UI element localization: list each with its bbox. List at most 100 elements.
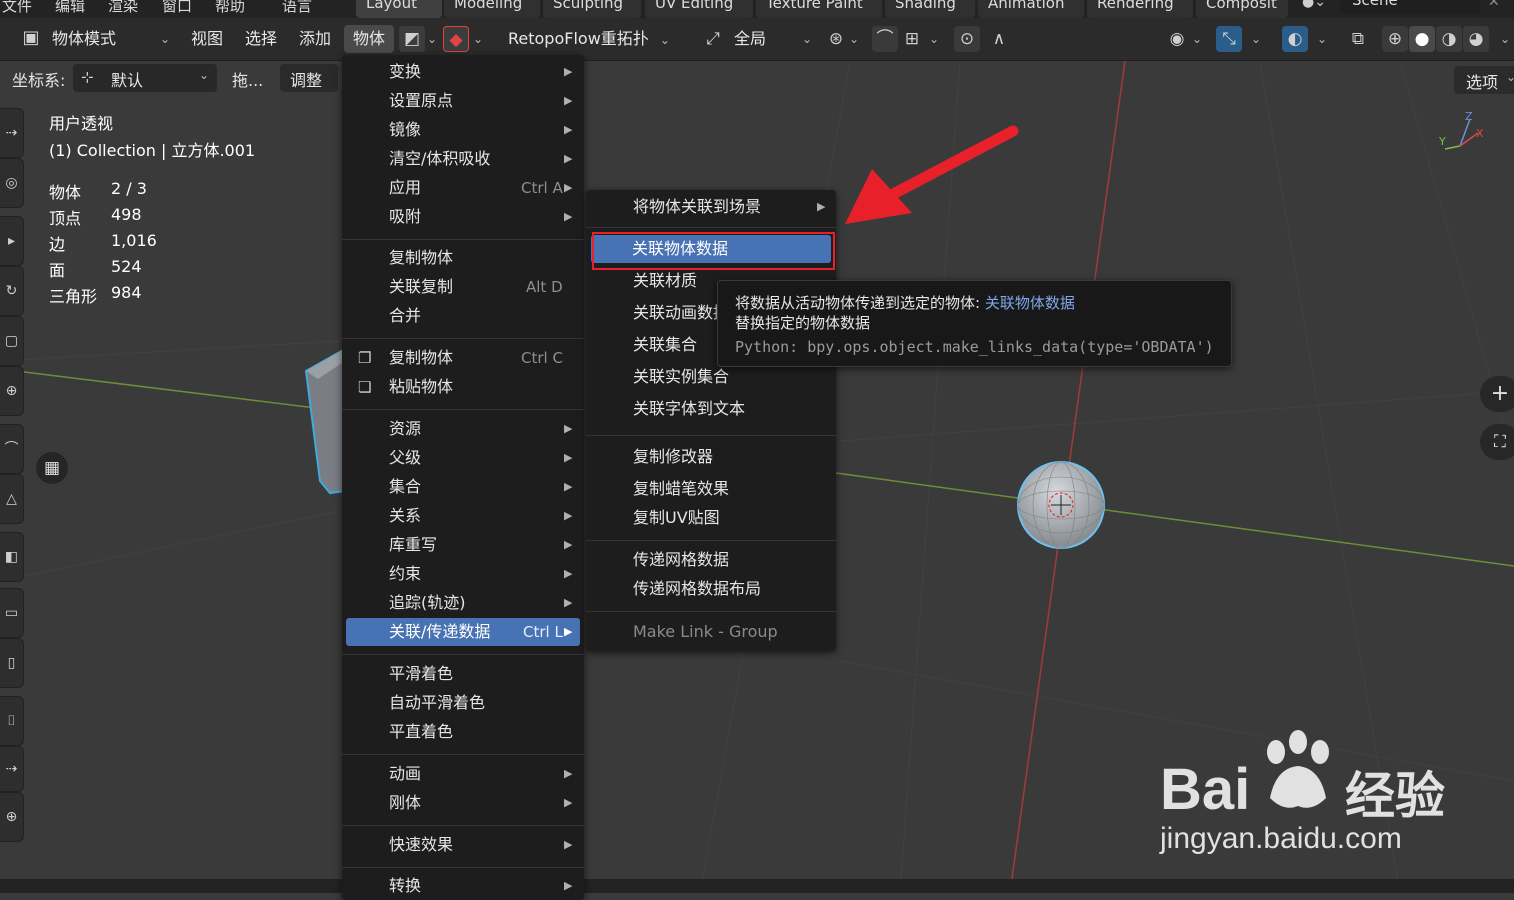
menu-item-copy-grease-pencil-effects[interactable]: 复制蜡笔效果 [586,475,836,503]
chevron-down-icon[interactable]: ⌄ [427,32,437,46]
scene-selector[interactable]: Scene [1340,0,1480,14]
scene-icon[interactable]: ●⌄ [1302,0,1326,10]
transform-gizmo-icon[interactable]: ◩ [399,26,425,52]
chevron-down-icon[interactable]: ⌄ [929,32,939,46]
menu-item-duplicate-linked[interactable]: 关联复制 Alt D [342,273,584,301]
menu-edit[interactable]: 编辑 [55,0,85,16]
menu-item-make-link-group[interactable]: Make Link - Group [586,618,836,646]
knife-tool[interactable]: ⊕ [0,792,24,842]
chevron-down-icon[interactable]: ⌄ [849,32,859,46]
tab-sculpting[interactable]: Sculpting [543,0,641,18]
solid-shading-icon[interactable]: ● [1409,26,1435,52]
menu-item-track[interactable]: 追踪(轨迹) ▶ [342,589,584,617]
menu-item-link-to-scene[interactable]: 将物体关联到场景 ▶ [586,193,836,221]
tab-texture-paint[interactable]: Texture Paint [756,0,882,18]
snap-icon[interactable]: ⌒ [872,26,898,52]
menu-item-asset[interactable]: 资源 ▶ [342,415,584,443]
extrude-tool[interactable]: ▭ [0,588,24,638]
pivot-point-icon[interactable]: ⊛ [823,26,849,52]
menu-item-shade-auto-smooth[interactable]: 自动平滑着色 [342,689,584,717]
bevel-tool[interactable]: ⌷ [0,696,24,746]
rendered-shading-icon[interactable]: ◕ [1463,26,1489,52]
menu-item-convert[interactable]: 转换 ▶ [342,872,584,900]
chevron-down-icon[interactable]: ⌄ [1251,32,1261,46]
menu-item-constraint[interactable]: 约束 ▶ [342,560,584,588]
wireframe-shading-icon[interactable]: ⊕ [1382,26,1408,52]
gizmo-icon[interactable]: ⤡ [1216,26,1242,52]
menu-select[interactable]: 选择 [237,25,285,53]
loop-cut-tool[interactable]: ⇢ [0,746,24,792]
tab-modeling[interactable]: Modeling [444,0,540,18]
chevron-down-icon[interactable]: ⌄ [473,32,483,46]
tab-rendering[interactable]: Rendering [1087,0,1193,18]
menu-item-join[interactable]: 合并 [342,302,584,330]
menu-item-parent[interactable]: 父级 ▶ [342,444,584,472]
menu-item-clear[interactable]: 清空/体积吸收 ▶ [342,145,584,173]
menu-item-copy-uv-maps[interactable]: 复制UV贴图 [586,504,836,532]
chevron-down-icon[interactable]: ⌄ [1500,32,1510,46]
material-shading-icon[interactable]: ◑ [1436,26,1462,52]
visibility-icon[interactable]: ◉ [1164,26,1190,52]
tab-uv-editing[interactable]: UV Editing [645,0,753,18]
tab-shading[interactable]: Shading [885,0,975,18]
xray-icon[interactable]: ⧉ [1345,26,1371,52]
drag-label[interactable]: 拖... [232,67,263,91]
menu-view[interactable]: 视图 [183,25,231,53]
overlays-icon[interactable]: ◐ [1282,26,1308,52]
menu-item-animation[interactable]: 动画 ▶ [342,760,584,788]
menu-item-paste-objects[interactable]: ❏ 粘贴物体 [342,373,584,401]
menu-file[interactable]: 文件 [2,0,32,16]
menu-item-transfer-mesh-data[interactable]: 传递网格数据 [586,546,836,574]
snap-target-icon[interactable]: ⊞ [899,26,925,52]
menu-item-mirror[interactable]: 镜像 ▶ [342,116,584,144]
close-scene-icon[interactable]: ✕ [1488,0,1500,10]
menu-item-set-origin[interactable]: 设置原点 ▶ [342,87,584,115]
add-cube-tool[interactable]: ◧ [0,532,24,582]
transform-tool[interactable]: ⊕ [0,366,24,416]
chevron-down-icon[interactable]: ⌄ [1317,32,1327,46]
menu-add[interactable]: 添加 [291,25,339,53]
menu-item-rigid-body[interactable]: 刚体 ▶ [342,789,584,817]
menu-item-shade-smooth[interactable]: 平滑着色 [342,660,584,688]
inset-tool[interactable]: ▯ [0,638,24,688]
adjust-button[interactable]: 调整 [280,64,338,92]
cursor-tool[interactable]: ◎ [0,158,24,208]
menu-item-library-override[interactable]: 库重写 ▶ [342,531,584,559]
measure-tool[interactable]: △ [0,474,24,524]
rotate-tool[interactable]: ↻ [0,266,24,316]
menu-item-duplicate[interactable]: 复制物体 [342,244,584,272]
menu-item-relations[interactable]: 关系 ▶ [342,502,584,530]
falloff-icon[interactable]: ∧ [986,26,1012,52]
menu-item-snap[interactable]: 吸附 ▶ [342,203,584,231]
menu-item-copy-modifiers[interactable]: 复制修改器 [586,443,836,471]
menu-window[interactable]: 窗口 [162,0,192,16]
menu-item-link-transfer-data[interactable]: 关联/传递数据 Ctrl L ▶ [346,618,580,646]
camera-view-icon[interactable]: ⛶ [1480,424,1514,460]
menu-item-copy-objects[interactable]: ❐ 复制物体 Ctrl C [342,344,584,372]
chevron-down-icon[interactable]: ⌄ [1192,32,1202,46]
scale-tool[interactable]: ▢ [0,316,24,366]
tab-layout[interactable]: Layout [356,0,442,18]
move-tool[interactable]: ▸ [0,216,24,266]
menu-help[interactable]: 帮助 [215,0,245,16]
transform-orientation-selector[interactable]: 全局 ⌄ [726,25,818,53]
menu-item-shade-flat[interactable]: 平直着色 [342,718,584,746]
mode-selector[interactable]: 物体模式 ⌄ [44,25,178,53]
options-button[interactable]: 选项 ⌄ [1454,66,1514,94]
quad-view-icon[interactable]: ▦ [36,452,68,484]
menu-item-apply[interactable]: 应用 Ctrl A ▶ [342,174,584,202]
tab-animation[interactable]: Animation [978,0,1084,18]
menu-item-link-fonts[interactable]: 关联字体到文本 [586,395,836,423]
proportional-edit-icon[interactable]: ⊙ [954,26,980,52]
menu-item-transform[interactable]: 变换 ▶ [342,58,584,86]
zoom-in-icon[interactable]: + [1480,376,1514,412]
menu-item-link-instance-collections[interactable]: 关联实例集合 [586,363,836,391]
menu-language[interactable]: 语言 [282,0,312,16]
select-tool[interactable]: ⇢ [0,108,24,158]
retopoflow-menu[interactable]: RetopoFlow重拓扑 ⌄ [500,25,678,53]
annotate-tool[interactable]: ⌒ [0,424,24,474]
coordinate-system-selector[interactable]: ⊹ 默认 ⌄ [73,64,217,92]
menu-item-collection[interactable]: 集合 ▶ [342,473,584,501]
menu-object[interactable]: 物体 [344,25,394,53]
menu-item-transfer-mesh-data-layout[interactable]: 传递网格数据布局 [586,575,836,603]
